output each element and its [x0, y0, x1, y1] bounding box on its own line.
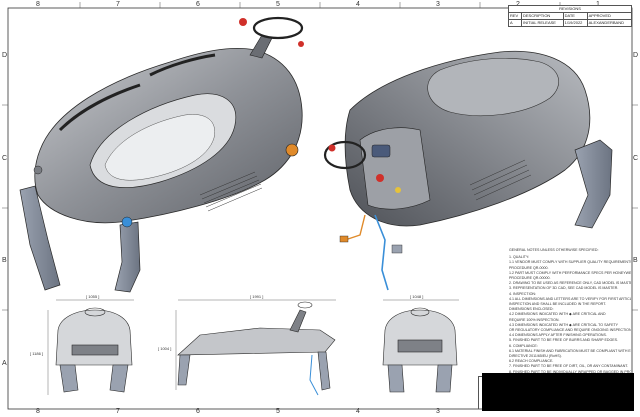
support-leg: [574, 139, 613, 229]
revision-header: DATE: [562, 12, 588, 20]
blue-fitting: [121, 216, 133, 228]
side-leg: [177, 354, 191, 386]
side-view: [177, 301, 336, 396]
revision-header: DESCRIPTION: [520, 12, 564, 20]
revision-title: REVISIONS: [508, 5, 632, 13]
note-line: 1.1 VENDOR MUST COMPLY WITH SUPPLIER QUA…: [509, 260, 631, 265]
revision-cell: A: [508, 19, 522, 27]
rear-shell: [382, 309, 458, 366]
rear-leg: [435, 364, 453, 393]
orange-wheel: [285, 143, 299, 157]
connector: [339, 235, 349, 243]
steering-column: [249, 34, 273, 59]
front-vent: [71, 344, 119, 356]
steering-wheel: [252, 16, 304, 40]
dim-side-height: [ 1004 ]: [158, 346, 171, 351]
note-line: 7. FINISHED PART TO BE FREE OF DIRT, OIL…: [509, 364, 629, 369]
red-knob: [298, 41, 304, 47]
revision-row: A INITIAL RELEASE 1/19/2022 ALEXANDERBAN…: [508, 19, 633, 27]
front-shell: [55, 309, 133, 366]
front-leg: [59, 364, 79, 393]
cable-blue: [309, 354, 319, 396]
rear-vent: [397, 339, 443, 353]
revision-table: REVISIONS REV DESCRIPTION DATE APPROVED …: [508, 5, 633, 27]
support-leg: [114, 221, 141, 293]
dim-side-length: [ 1991 ]: [250, 294, 263, 299]
notes-heading: GENERAL NOTES UNLESS OTHERWISE SPECIFIED…: [509, 248, 599, 252]
side-column: [289, 309, 307, 333]
cable-blue: [374, 214, 389, 291]
front-view: [55, 307, 133, 393]
redacted-title-block: [482, 373, 634, 411]
dim-rear-width: [ 1048 ]: [410, 294, 423, 299]
side-shell: [177, 327, 336, 356]
revision-cell: ALEXANDERBAND: [586, 19, 633, 27]
dim-front-height: [ 1186 ]: [30, 351, 43, 356]
dim-front-width: [ 1055 ]: [86, 294, 99, 299]
rear-leg: [387, 364, 405, 393]
display-screen: [371, 144, 391, 158]
red-knob: [239, 18, 247, 26]
iso-view-left: [19, 16, 304, 293]
revision-header: APPROVED: [586, 12, 633, 20]
steering-wheel: [297, 301, 313, 309]
bracket: [391, 244, 403, 254]
revision-cell: 1/19/2022: [562, 19, 588, 27]
front-leg: [109, 364, 129, 393]
note-line: 3. REPRESENTATION OF 3D CAD, SEE CAD MOD…: [509, 286, 619, 291]
caster: [33, 165, 43, 175]
red-knob: [328, 144, 336, 152]
dash-panel: [359, 127, 431, 210]
drawing-sheet: 8 7 6 5 4 3 2 1 8 7 6 5 4 3 D C B A D C …: [0, 0, 640, 417]
revision-cell: INITIAL RELEASE: [520, 19, 564, 27]
side-leg: [317, 351, 331, 391]
revision-header: REV: [508, 12, 522, 20]
red-knob: [376, 174, 384, 182]
rear-view: [382, 307, 458, 393]
yellow-knob: [395, 187, 401, 193]
note-line: 5. FINISHED PART TO BE FREE OF BURRS AND…: [509, 338, 619, 343]
